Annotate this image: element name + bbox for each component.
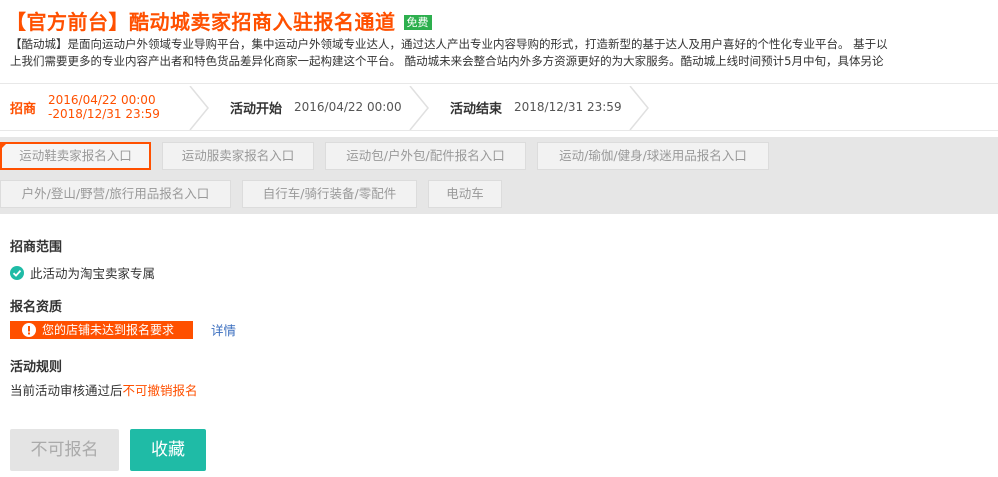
scope-text: 此活动为淘宝卖家专属 [30,266,156,281]
tab-bicycle[interactable]: 自行车/骑行装备/零配件 [242,180,417,208]
timeline-label-recruit: 招商 [10,101,37,117]
warning-icon [22,322,36,337]
rules-title: 活动规则 [10,360,63,375]
rules-text: 当前活动审核通过后不可撤销报名 [10,380,198,399]
timeline-time-end: 2018/12/31 23:59 [514,100,622,114]
tab-ebike[interactable]: 电动车 [428,180,502,208]
timeline-time-recruit-end: -2018/12/31 23:59 [48,107,160,121]
qualification-row: 您的店铺未达到报名要求 详情 [10,320,236,339]
apply-button[interactable]: 不可报名 [10,429,119,471]
qualification-warning-text: 您的店铺未达到报名要求 [42,323,175,337]
chevron-right-icon [189,86,209,130]
timeline-time-start: 2016/04/22 00:00 [294,100,402,114]
tab-sports-bags[interactable]: 运动包/户外包/配件报名入口 [325,142,526,170]
timeline-step-end: 活动结束 2018/12/31 23:59 [450,84,622,130]
tab-sports-shoes[interactable]: 运动鞋卖家报名入口 [0,142,151,170]
free-badge: 免费 [403,15,432,30]
timeline-step-start: 活动开始 2016/04/22 00:00 [230,84,402,130]
timeline-label-start: 活动开始 [230,101,283,117]
tab-yoga-fitness[interactable]: 运动/瑜伽/健身/球迷用品报名入口 [537,142,769,170]
check-circle-icon [10,265,24,280]
timeline-label-end: 活动结束 [450,101,503,117]
collect-button[interactable]: 收藏 [130,429,206,471]
qualification-warning: 您的店铺未达到报名要求 [10,320,193,339]
rules-text-highlight: 不可撤销报名 [122,383,198,398]
description: 【酷动城】是面向运动户外领域专业导购平台，集中运动户外领域专业达人，通过达人产出… [10,36,998,70]
scope-row: 此活动为淘宝卖家专属 [10,263,155,282]
tab-outdoor[interactable]: 户外/登山/野营/旅行用品报名入口 [0,180,231,208]
description-line-1: 【酷动城】是面向运动户外领域专业导购平台，集中运动户外领域专业达人，通过达人产出… [10,37,888,51]
tab-sports-apparel[interactable]: 运动服卖家报名入口 [162,142,314,170]
timeline: 招商 2016/04/22 00:00 -2018/12/31 23:59 活动… [0,83,998,131]
scope-title: 招商范围 [10,240,63,255]
detail-link[interactable]: 详情 [211,320,236,339]
timeline-time-recruit-start: 2016/04/22 00:00 [48,93,156,107]
category-tabs: 运动鞋卖家报名入口 运动服卖家报名入口 运动包/户外包/配件报名入口 运动/瑜伽… [0,137,998,214]
header: 【官方前台】酷动城卖家招商入驻报名通道 免费 [6,6,432,34]
timeline-step-recruit: 招商 2016/04/22 00:00 -2018/12/31 23:59 [10,84,160,130]
chevron-right-icon [629,86,649,130]
rules-text-prefix: 当前活动审核通过后 [10,383,123,398]
qualification-title: 报名资质 [10,300,63,315]
page-title: 【官方前台】酷动城卖家招商入驻报名通道 [6,9,396,34]
description-line-2: 上我们需要更多的专业内容产出者和特色货品差异化商家一起构建这个平台。 酷动城未来… [10,54,884,68]
timeline-time-recruit: 2016/04/22 00:00 -2018/12/31 23:59 [48,93,160,121]
chevron-right-icon [409,86,429,130]
